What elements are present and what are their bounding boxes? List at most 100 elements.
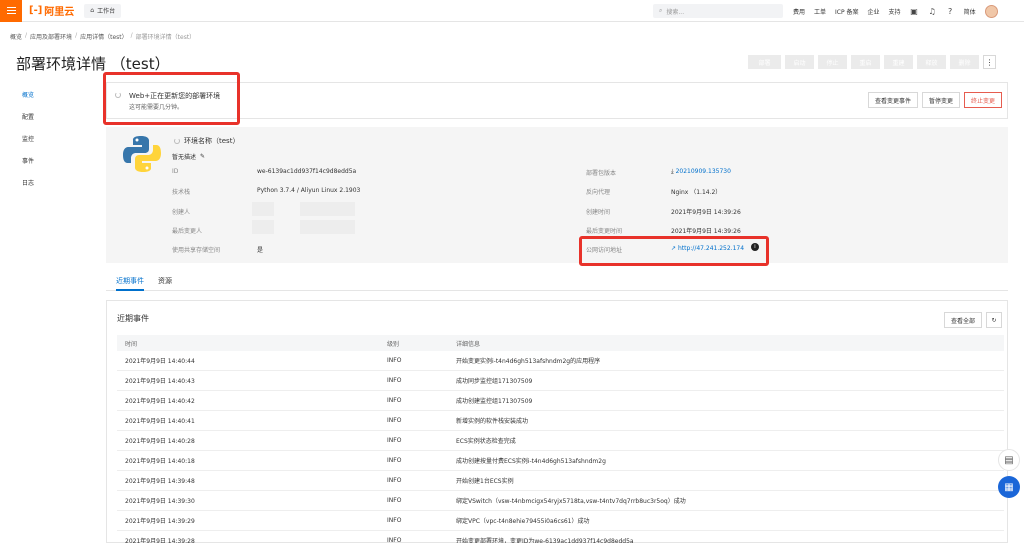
event-level: INFO xyxy=(387,437,402,444)
env-name: 环境名称（test） xyxy=(174,136,239,146)
top-links: 费用 工单 ICP 备案 企业 支持 ▣ ♫ ? 简体 xyxy=(793,0,998,22)
status-actions: 查看变更事件 暂停变更 终止变更 xyxy=(867,92,1002,108)
sidenav-item-config[interactable]: 配置 xyxy=(22,112,34,121)
col-detail: 详细信息 xyxy=(456,340,481,348)
page-title: 部署环境详情 （test） xyxy=(16,55,170,73)
restart-button[interactable]: 重启 xyxy=(851,55,880,69)
workbench-button[interactable]: ⌂ 工作台 xyxy=(84,3,122,18)
top-link-fees[interactable]: 费用 xyxy=(793,7,805,16)
event-level: INFO xyxy=(387,397,402,404)
event-time: 2021年9月9日 14:39:28 xyxy=(125,538,195,543)
table-row: 2021年9月9日 14:39:48 INFO 开始创建1台ECS实例 xyxy=(117,471,1004,491)
events-title: 近期事件 xyxy=(117,314,149,323)
breadcrumb-apps[interactable]: 应用及部署环境 xyxy=(30,32,72,41)
proxy-label: 反向代理 xyxy=(586,189,611,196)
table-row: 2021年9月9日 14:40:43 INFO 成功同步监控组171307509 xyxy=(117,371,1004,391)
highlight-box-status xyxy=(103,72,240,125)
event-time: 2021年9月9日 14:40:42 xyxy=(125,398,195,405)
event-level: INFO xyxy=(387,477,402,484)
top-link-enterprise[interactable]: 企业 xyxy=(868,7,880,16)
sidenav-item-logs[interactable]: 日志 xyxy=(22,178,34,187)
event-level: INFO xyxy=(387,537,402,543)
stop-button[interactable]: 停止 xyxy=(818,55,847,69)
modified-time-value: 2021年9月9日 14:39:26 xyxy=(671,228,741,235)
tab-recent-events[interactable]: 近期事件 xyxy=(116,276,144,291)
event-detail: 成功创建监控组171307509 xyxy=(456,398,533,405)
table-row: 2021年9月9日 14:40:41 INFO 新增实例的软件栈安装成功 xyxy=(117,411,1004,431)
pause-change-button[interactable]: 暂停变更 xyxy=(921,92,960,108)
event-detail: ECS实例状态检查完成 xyxy=(456,438,516,445)
view-all-button[interactable]: 查看全部 xyxy=(943,312,982,328)
sidenav-item-monitor[interactable]: 监控 xyxy=(22,134,34,143)
edit-icon[interactable]: ✎ xyxy=(200,153,205,160)
creator-redacted xyxy=(252,202,274,216)
breadcrumb-overview[interactable]: 概览 xyxy=(10,32,22,41)
modifier-redacted xyxy=(252,220,274,234)
event-detail: 开始变更部署环境，变更ID为we-6139ac1dd937f14c9d8edd5… xyxy=(456,538,634,543)
id-label: ID xyxy=(172,168,179,175)
env-action-bar: 部署 启动 停止 重启 重建 释放 删除 ⋮ xyxy=(748,55,996,69)
home-icon: ⌂ xyxy=(90,7,95,14)
rebuild-button[interactable]: 重建 xyxy=(884,55,913,69)
table-row: 2021年9月9日 14:39:30 INFO 绑定VSwitch（vsw-t4nb… xyxy=(117,491,1004,511)
created-time-label: 创建时间 xyxy=(586,209,611,216)
update-status-box: Web+正在更新您的部署环境 这可能需要几分钟。 查看变更事件 暂停变更 终止变… xyxy=(106,82,1008,119)
creator-redacted xyxy=(300,202,355,216)
release-button[interactable]: 释放 xyxy=(917,55,946,69)
help-icon[interactable]: ? xyxy=(946,7,955,16)
modifier-redacted xyxy=(300,220,355,234)
package-version-link[interactable]: ⤓ 20210909.135730 xyxy=(671,168,731,176)
view-change-events-button[interactable]: 查看变更事件 xyxy=(867,92,918,108)
event-level: INFO xyxy=(387,457,402,464)
proxy-value: Nginx （1.14.2） xyxy=(671,189,722,196)
python-logo-icon xyxy=(123,136,161,172)
breadcrumb-current: 部署环境详情（test） xyxy=(135,34,196,41)
table-row: 2021年9月9日 14:40:42 INFO 成功创建监控组171307509 xyxy=(117,391,1004,411)
event-time: 2021年9月9日 14:40:41 xyxy=(125,418,195,425)
table-header: 时间 级别 详细信息 xyxy=(117,335,1004,351)
col-time: 时间 xyxy=(125,340,138,348)
delete-button[interactable]: 删除 xyxy=(950,55,979,69)
event-detail: 绑定VSwitch（vsw-t4nbmcigx54ryjx5718ta,vsw-… xyxy=(456,498,686,505)
breadcrumb-app-detail[interactable]: 应用详情（test） xyxy=(80,32,128,41)
hamburger-menu-icon[interactable] xyxy=(0,0,22,22)
shared-storage-value: 是 xyxy=(257,247,264,254)
avatar[interactable] xyxy=(984,4,998,18)
search-input[interactable]: ⌕ 搜索... xyxy=(653,4,783,18)
more-icon[interactable]: ⋮ xyxy=(983,55,996,69)
bell-icon[interactable]: ♫ xyxy=(928,7,937,16)
events-table: 时间 级别 详细信息 2021年9月9日 14:40:44 INFO 开始变更实例i… xyxy=(117,335,1004,543)
language-switch[interactable]: 简体 xyxy=(964,7,976,16)
aliyun-logo[interactable]: [-] 阿里云 xyxy=(29,3,74,18)
terminate-change-button[interactable]: 终止变更 xyxy=(963,92,1002,108)
start-button[interactable]: 启动 xyxy=(785,55,814,69)
event-time: 2021年9月9日 14:40:43 xyxy=(125,378,195,385)
highlight-box-public-url xyxy=(579,236,769,266)
event-detail: 开始变更实例i-t4n4d6gh513afshndm2g的应用程序 xyxy=(456,358,601,365)
env-info-card: 环境名称（test） 暂无描述 ✎ ID we-6139ac1dd937f14c… xyxy=(106,127,1008,263)
table-row: 2021年9月9日 14:39:29 INFO 绑定VPC（vpc-t4n8ehie… xyxy=(117,511,1004,531)
side-nav: 概览 配置 监控 事件 日志 xyxy=(22,90,34,187)
modified-time-label: 最后变更时间 xyxy=(586,228,623,235)
search-icon: ⌕ xyxy=(659,7,663,14)
deploy-button[interactable]: 部署 xyxy=(748,55,781,69)
top-link-icp[interactable]: ICP 备案 xyxy=(835,7,859,16)
event-level: INFO xyxy=(387,377,402,384)
recent-events-panel: 近期事件 查看全部 ↻ 时间 级别 详细信息 2021年9月9日 14:40:4… xyxy=(106,300,1008,543)
feedback-icon[interactable]: ▤ xyxy=(998,449,1020,471)
top-link-support[interactable]: 支持 xyxy=(889,7,901,16)
event-time: 2021年9月9日 14:39:29 xyxy=(125,518,195,525)
stack-value: Python 3.7.4 / Aliyun Linux 2.1903 xyxy=(257,187,361,194)
table-row: 2021年9月9日 14:40:28 INFO ECS实例状态检查完成 xyxy=(117,431,1004,451)
refresh-icon[interactable]: ↻ xyxy=(986,312,1002,328)
apps-grid-icon[interactable]: ▦ xyxy=(998,476,1020,498)
events-actions: 查看全部 ↻ xyxy=(943,312,1002,328)
stack-label: 技术栈 xyxy=(172,189,191,196)
tab-resources[interactable]: 资源 xyxy=(158,276,172,291)
loading-spinner-icon xyxy=(174,138,180,144)
sidenav-item-overview[interactable]: 概览 xyxy=(22,90,34,99)
shared-storage-label: 使用共享存储空间 xyxy=(172,247,221,254)
terminal-icon[interactable]: ▣ xyxy=(910,7,919,16)
top-link-tickets[interactable]: 工单 xyxy=(814,7,826,16)
sidenav-item-events[interactable]: 事件 xyxy=(22,156,34,165)
